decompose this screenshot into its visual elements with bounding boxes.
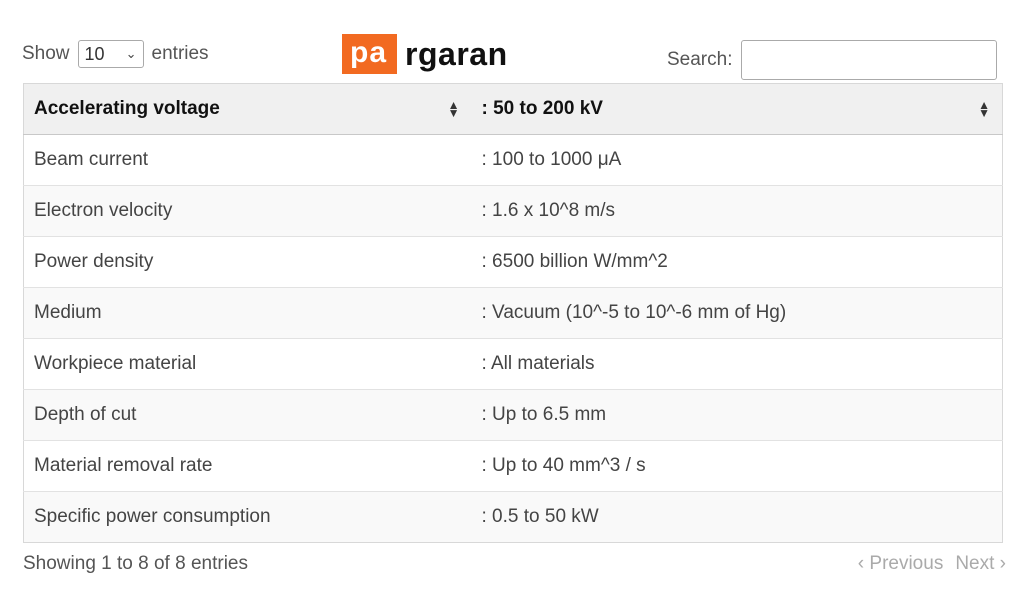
chevron-left-icon: ‹ [857, 553, 865, 574]
entries-label: entries [151, 43, 209, 64]
table-toolbar: Show 10 ⌄ entries pa rgaran Search: [0, 0, 1024, 84]
table-row: Medium : Vacuum (10^-5 to 10^-6 mm of Hg… [23, 287, 1003, 339]
table-row: Power density : 6500 billion W/mm^2 [23, 236, 1003, 288]
column-header-label: : 50 to 200 kV [481, 98, 603, 119]
show-label: Show [22, 43, 70, 64]
table-cell: : 6500 billion W/mm^2 [471, 236, 1003, 288]
table-cell: Specific power consumption [23, 491, 472, 543]
table-cell: Workpiece material [23, 338, 472, 390]
previous-button[interactable]: ‹ Previous [858, 553, 944, 575]
pargaran-logo: pa rgaran [342, 34, 508, 74]
table-header-row: Accelerating voltage ▲ ▼ : 50 to 200 kV ▲… [23, 83, 1003, 135]
table-row: Depth of cut : Up to 6.5 mm [23, 389, 1003, 441]
chevron-right-icon: › [999, 553, 1006, 574]
next-label: Next [955, 553, 995, 574]
table-row: Electron velocity : 1.6 x 10^8 m/s [23, 185, 1003, 237]
table-cell: Material removal rate [23, 440, 472, 492]
logo-text: rgaran [405, 35, 508, 72]
column-header[interactable]: Accelerating voltage ▲ ▼ [23, 83, 472, 135]
table-row: Specific power consumption : 0.5 to 50 k… [23, 491, 1003, 543]
entries-select-value: 10 [84, 43, 105, 64]
sort-icon: ▲ ▼ [447, 98, 460, 120]
chevron-down-icon: ⌄ [125, 46, 137, 61]
table-cell: : Vacuum (10^-5 to 10^-6 mm of Hg) [471, 287, 1003, 339]
table-info: Showing 1 to 8 of 8 entries [23, 553, 248, 574]
search-input[interactable] [741, 40, 998, 80]
previous-label: Previous [869, 553, 944, 574]
entries-select[interactable]: 10 ⌄ [77, 40, 144, 68]
table-cell: : 1.6 x 10^8 m/s [471, 185, 1003, 237]
search-control: Search: [667, 40, 998, 80]
table-cell: Power density [23, 236, 472, 288]
table-cell: Medium [23, 287, 472, 339]
entries-length-control: Show 10 ⌄ entries [22, 40, 209, 68]
table-cell: Electron velocity [23, 185, 472, 237]
table-cell: : Up to 6.5 mm [471, 389, 1003, 441]
column-header-label: Accelerating voltage [34, 98, 220, 119]
table-cell: : All materials [471, 338, 1003, 390]
table-row: Beam current : 100 to 1000 μA [23, 134, 1003, 186]
logo-mark: pa [342, 34, 398, 74]
table-cell: : Up to 40 mm^3 / s [471, 440, 1003, 492]
table-cell: : 0.5 to 50 kW [471, 491, 1003, 543]
table-cell: : 100 to 1000 μA [471, 134, 1003, 186]
table-cell: Depth of cut [23, 389, 472, 441]
table-row: Workpiece material : All materials [23, 338, 1003, 390]
data-table: Accelerating voltage ▲ ▼ : 50 to 200 kV ▲… [23, 83, 1003, 543]
table-row: Material removal rate : Up to 40 mm^3 / … [23, 440, 1003, 492]
pagination: ‹ Previous Next › [858, 553, 1006, 575]
search-label: Search: [667, 49, 733, 70]
sort-icon: ▲ ▼ [978, 98, 990, 120]
next-button[interactable]: Next › [955, 553, 1006, 575]
table-cell: Beam current [23, 134, 472, 186]
column-header[interactable]: : 50 to 200 kV ▲ ▼ [471, 83, 1003, 135]
